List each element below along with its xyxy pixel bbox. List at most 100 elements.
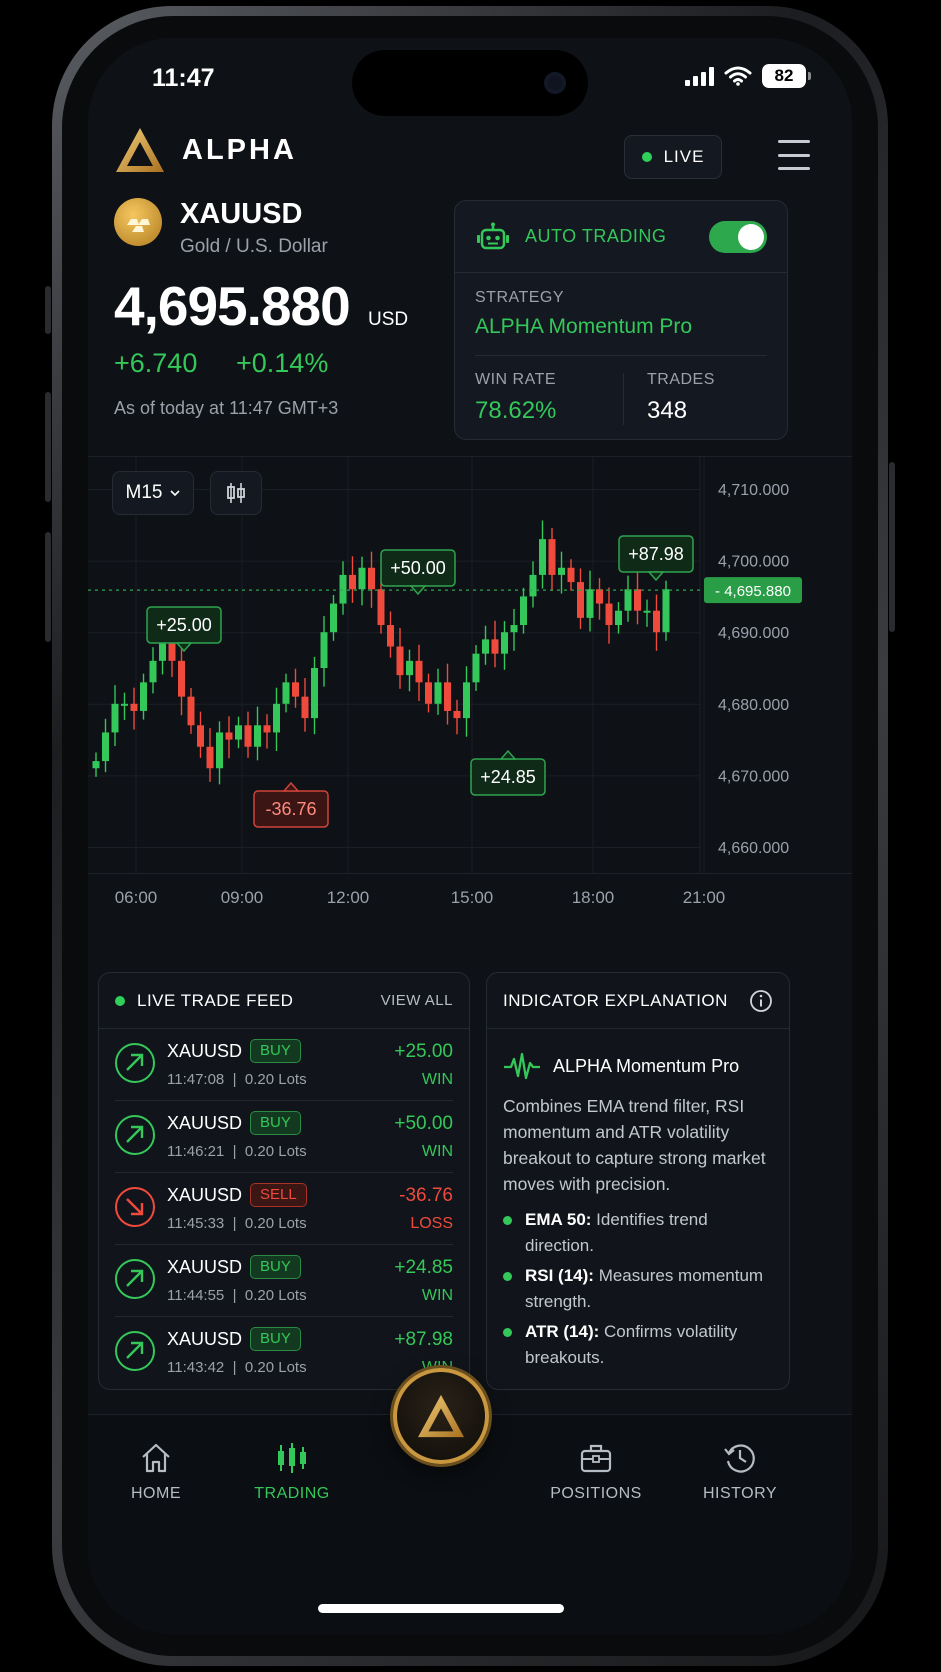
info-icon[interactable] (749, 989, 773, 1013)
view-all-link[interactable]: VIEW ALL (381, 992, 453, 1009)
brand-logo[interactable]: ALPHA (114, 126, 297, 174)
candle-body (558, 567, 565, 575)
trade-meta: 11:45:33 | 0.20 Lots (167, 1215, 307, 1232)
candle-body (111, 703, 119, 733)
indicator-point-key: RSI (14): (525, 1266, 594, 1285)
candle-body (178, 660, 185, 697)
trade-result: LOSS (410, 1215, 453, 1232)
x-tick-label: 06:00 (115, 888, 158, 907)
candle-body (567, 567, 575, 583)
nav-history-label: HISTORY (702, 1485, 778, 1502)
current-price: 4,695.880 (114, 275, 351, 337)
trade-side-badge: BUY (250, 1039, 301, 1063)
trade-win-annotation[interactable]: +50.00 (380, 549, 456, 596)
indicator-point: RSI (14): Measures momentum strength. (503, 1263, 773, 1315)
as-of-time: As of today at 11:47 GMT+3 (114, 398, 339, 418)
candle-body (510, 625, 518, 633)
indicator-point: EMA 50: Identifies trend direction. (503, 1207, 773, 1259)
trade-row[interactable]: XAUUSD BUY 11:47:08 | 0.20 Lots +25.00 WIN (115, 1029, 453, 1101)
annotation-pointer (175, 642, 193, 653)
alpha-logo-icon (418, 1394, 464, 1438)
trade-row[interactable]: XAUUSD BUY 11:46:21 | 0.20 Lots +50.00 WIN (115, 1101, 453, 1173)
feed-title: LIVE TRADE FEED (137, 990, 294, 1010)
x-tick-label: 12:00 (327, 888, 370, 907)
trade-row[interactable]: XAUUSD SELL 11:45:33 | 0.20 Lots -36.76 LOSS (115, 1173, 453, 1245)
indicator-points: EMA 50: Identifies trend direction. RSI (… (487, 1197, 789, 1371)
candle-body (377, 589, 385, 626)
live-label: LIVE (663, 147, 705, 166)
trade-lots: 0.20 Lots (244, 1287, 307, 1304)
status-bar: 11:47 82 (88, 38, 852, 118)
x-tick-label: 15:00 (451, 888, 494, 907)
trade-lots: 0.20 Lots (244, 1215, 307, 1232)
strategy-label: STRATEGY (475, 289, 565, 306)
trade-symbol: XAUUSD (167, 1113, 243, 1133)
candle-body (406, 660, 413, 676)
nav-history[interactable]: HISTORY (680, 1441, 800, 1503)
y-tick-label: 4,690.000 (718, 625, 789, 642)
nav-trading[interactable]: TRADING (232, 1441, 352, 1503)
timeframe-selector[interactable]: M15 (112, 471, 194, 515)
robot-icon (477, 222, 509, 249)
candle-body (643, 610, 651, 613)
annotation-label: +24.85 (480, 767, 536, 787)
arrow-up-right-icon (115, 1115, 155, 1155)
trade-result: WIN (421, 1071, 453, 1088)
candle-body (539, 539, 546, 575)
x-tick-label: 21:00 (683, 888, 726, 907)
live-indicator[interactable]: LIVE (624, 135, 722, 179)
auto-trading-toggle[interactable] (709, 220, 767, 253)
pulse-icon (504, 1052, 540, 1080)
candle-body (282, 682, 290, 704)
candlestick-icon (278, 1443, 306, 1473)
trade-time: 11:46:21 (167, 1143, 225, 1160)
annotation-label: +50.00 (390, 558, 446, 578)
trade-row[interactable]: XAUUSD BUY 11:44:55 | 0.20 Lots +24.85 WIN (115, 1245, 453, 1317)
trade-symbol: XAUUSD (167, 1185, 243, 1205)
trade-side-badge: BUY (250, 1111, 301, 1135)
annotation-pointer (409, 585, 427, 596)
dynamic-island (352, 50, 588, 116)
trade-loss-annotation[interactable]: -36.76 (253, 781, 329, 828)
candle-body (330, 603, 337, 633)
arrow-down-right-icon (115, 1187, 155, 1227)
annotation-label: +25.00 (156, 615, 212, 635)
trade-time: 11:43:42 (167, 1359, 225, 1376)
menu-icon[interactable] (778, 140, 810, 170)
trade-time: 11:45:33 (167, 1215, 225, 1232)
chart-type-button[interactable] (210, 471, 262, 515)
trade-win-annotation[interactable]: +24.85 (470, 749, 546, 796)
candle-body (358, 567, 366, 590)
nav-home[interactable]: HOME (96, 1441, 216, 1503)
center-trade-button[interactable] (393, 1368, 489, 1464)
trade-lots: 0.20 Lots (244, 1143, 307, 1160)
trade-win-annotation[interactable]: +25.00 (146, 606, 222, 653)
trade-win-annotation[interactable]: +87.98 (618, 535, 694, 582)
trade-meta: 11:47:08 | 0.20 Lots (167, 1071, 307, 1088)
candle-body (263, 725, 271, 733)
candle-body (349, 574, 356, 590)
price-chart[interactable]: 4,710.000 4,700.000 4,690.000 4,680.000 4,67… (88, 456, 852, 956)
trade-meta: 11:43:42 | 0.20 Lots (167, 1359, 307, 1376)
trade-pnl: +87.98 (394, 1329, 453, 1350)
indicator-name: ALPHA Momentum Pro (553, 1055, 740, 1076)
status-time: 11:47 (152, 64, 215, 92)
annotation-pointer (282, 781, 300, 792)
candle-body (387, 625, 394, 647)
candle-body (491, 639, 499, 654)
home-indicator[interactable] (318, 1604, 564, 1613)
app-screen: 11:47 82 ALPHA LIVE XAUUSD Gold / U.S. D… (88, 38, 852, 1634)
candlestick-chart[interactable]: 4,710.000 4,700.000 4,690.000 4,680.000 4,67… (88, 457, 852, 957)
trade-time: 11:44:55 (167, 1287, 225, 1304)
trade-row[interactable]: XAUUSDBUY11:43:42 | 0.20 Lots+87.98WIN (115, 1317, 453, 1389)
nav-positions[interactable]: POSITIONS (536, 1441, 656, 1503)
trades-label: TRADES (647, 371, 715, 388)
candle-body (197, 725, 204, 747)
price-unit: USD (368, 309, 409, 330)
indicator-point-key: EMA 50: (525, 1210, 592, 1229)
nav-positions-label: POSITIONS (550, 1485, 642, 1502)
trade-pnl: +25.00 (394, 1041, 453, 1062)
candle-body (292, 682, 299, 697)
indicator-point: ATR (14): Confirms volatility breakouts. (503, 1319, 773, 1371)
volume-up-button (45, 392, 51, 502)
